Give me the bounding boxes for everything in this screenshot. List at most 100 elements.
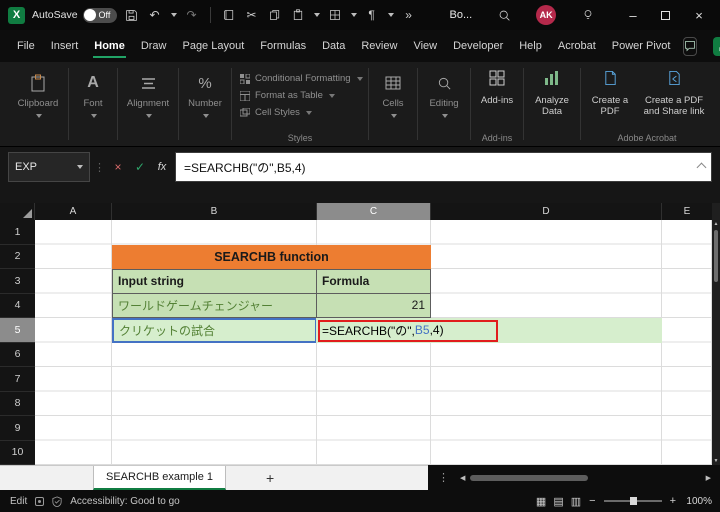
column-header-e[interactable]: E <box>662 203 712 220</box>
paste-icon[interactable] <box>290 7 306 23</box>
column-header-d[interactable]: D <box>431 203 662 220</box>
cell-c3-formula-header[interactable]: Formula <box>316 269 431 294</box>
tab-review[interactable]: Review <box>358 34 400 58</box>
horizontal-scroll-track[interactable] <box>470 474 700 482</box>
workbook-icon[interactable] <box>221 7 237 23</box>
horizontal-scrollbar-thumb[interactable] <box>470 474 589 481</box>
row-header[interactable]: 8 <box>0 392 35 416</box>
row-header[interactable]: 6 <box>0 343 35 367</box>
row-header-active[interactable]: 5 <box>0 318 35 343</box>
scroll-right-icon[interactable]: ▶ <box>706 474 711 482</box>
row-header[interactable]: 9 <box>0 416 35 441</box>
autosave-control[interactable]: AutoSave Off <box>32 7 117 23</box>
cell-b2-title[interactable]: SEARCHB function <box>112 244 431 269</box>
borders-icon[interactable] <box>327 7 343 23</box>
tab-draw[interactable]: Draw <box>138 34 170 58</box>
tab-acrobat[interactable]: Acrobat <box>555 34 599 58</box>
page-layout-view-icon[interactable]: ▤ <box>553 495 563 508</box>
tab-data[interactable]: Data <box>319 34 348 58</box>
tab-formulas[interactable]: Formulas <box>257 34 309 58</box>
cells-group-button[interactable]: Cells <box>371 62 415 146</box>
share-button[interactable] <box>713 36 720 56</box>
avatar[interactable]: AK <box>536 5 557 25</box>
vertical-scrollbar-thumb[interactable] <box>714 230 718 282</box>
tab-page-layout[interactable]: Page Layout <box>179 34 247 58</box>
editing-group-button[interactable]: Editing <box>420 62 468 146</box>
scroll-down-icon[interactable]: ▼ <box>714 457 719 465</box>
scroll-left-icon[interactable]: ◀ <box>460 474 465 482</box>
cell-styles-button[interactable]: Cell Styles <box>234 104 366 121</box>
row-header[interactable]: 1 <box>0 220 35 245</box>
scroll-up-icon[interactable]: ▲ <box>714 220 719 228</box>
row-header[interactable]: 2 <box>0 245 35 269</box>
normal-view-icon[interactable]: ▦ <box>536 495 546 508</box>
select-all-button[interactable] <box>0 203 35 220</box>
format-as-table-button[interactable]: Format as Table <box>234 87 366 104</box>
search-icon[interactable] <box>496 7 512 23</box>
copy-icon[interactable] <box>267 7 283 23</box>
expand-formula-bar-icon[interactable] <box>696 162 707 173</box>
sheet-tab-active[interactable]: SEARCHB example 1 <box>93 466 226 490</box>
insert-function-button[interactable]: fx <box>153 152 171 182</box>
autosave-toggle[interactable]: Off <box>82 7 117 23</box>
row-header[interactable]: 7 <box>0 367 35 392</box>
minimize-button[interactable]: – <box>620 4 646 26</box>
borders-dropdown-icon[interactable] <box>350 13 357 17</box>
close-button[interactable]: × <box>686 4 712 26</box>
column-header-c[interactable]: C <box>317 203 431 220</box>
more-commands-icon[interactable]: » <box>401 7 417 23</box>
tab-options-icon[interactable]: ⋮ <box>438 471 449 484</box>
macro-record-icon[interactable] <box>35 496 45 506</box>
number-group-button[interactable]: % Number <box>181 62 229 146</box>
zoom-out-button[interactable]: − <box>589 495 595 507</box>
tab-file[interactable]: File <box>14 34 38 58</box>
new-sheet-button[interactable]: + <box>266 466 274 490</box>
cut-icon[interactable]: ✂ <box>244 7 260 23</box>
paste-dropdown-icon[interactable] <box>313 13 320 17</box>
tab-view[interactable]: View <box>410 34 440 58</box>
vertical-scrollbar[interactable]: ▲ ▼ <box>712 220 720 465</box>
save-icon[interactable] <box>124 7 140 23</box>
cell-c4-result[interactable]: 21 <box>316 293 431 318</box>
comments-button[interactable] <box>683 36 698 56</box>
maximize-button[interactable] <box>653 4 679 26</box>
lightbulb-icon[interactable] <box>580 7 596 23</box>
undo-icon[interactable]: ↶ <box>147 7 163 23</box>
cell-d5[interactable] <box>431 318 662 343</box>
tab-home[interactable]: Home <box>91 34 128 58</box>
cell-b3-input-header[interactable]: Input string <box>112 269 317 294</box>
cell-b4-input-string[interactable]: ワールドゲームチェンジャー <box>112 293 317 318</box>
paragraph-dropdown-icon[interactable] <box>387 13 394 17</box>
column-header-b[interactable]: B <box>112 203 317 220</box>
name-box[interactable]: EXP <box>8 152 90 182</box>
document-title[interactable]: Bo... <box>450 9 473 21</box>
tab-insert[interactable]: Insert <box>48 34 82 58</box>
zoom-level[interactable]: 100% <box>684 496 712 507</box>
undo-dropdown-icon[interactable] <box>170 13 177 17</box>
zoom-slider[interactable] <box>603 497 662 505</box>
worksheet[interactable]: SEARCHB function Input string Formula ワー… <box>35 220 712 465</box>
tab-help[interactable]: Help <box>516 34 545 58</box>
conditional-formatting-button[interactable]: Conditional Formatting <box>234 70 366 87</box>
addins-button[interactable]: Add-ins <box>473 62 521 106</box>
font-group-button[interactable]: A Font <box>71 62 115 146</box>
zoom-in-button[interactable]: + <box>670 495 676 507</box>
row-header[interactable]: 3 <box>0 269 35 294</box>
alignment-group-button[interactable]: Alignment <box>120 62 176 146</box>
page-break-view-icon[interactable]: ▥ <box>571 495 581 508</box>
clipboard-group-button[interactable]: Clipboard <box>10 62 66 146</box>
cell-b5-referenced[interactable]: クリケットの試合 <box>112 318 317 343</box>
row-header[interactable]: 4 <box>0 294 35 318</box>
tab-developer[interactable]: Developer <box>450 34 506 58</box>
row-header[interactable]: 10 <box>0 441 35 465</box>
formula-input[interactable]: =SEARCHB("の",B5,4) <box>175 152 712 182</box>
create-pdf-share-button[interactable]: Create a PDF and Share link <box>637 62 711 118</box>
horizontal-scrollbar[interactable]: ⋮ ◀ ▶ <box>428 465 720 490</box>
enter-button[interactable]: ✓ <box>131 152 149 182</box>
column-header-a[interactable]: A <box>35 203 112 220</box>
analyze-data-button[interactable]: Analyze Data <box>526 62 578 146</box>
tab-power-pivot[interactable]: Power Pivot <box>609 34 674 58</box>
cancel-button[interactable]: × <box>109 152 127 182</box>
paragraph-icon[interactable]: ¶ <box>364 7 380 23</box>
accessibility-status[interactable]: Accessibility: Good to go <box>70 496 180 507</box>
